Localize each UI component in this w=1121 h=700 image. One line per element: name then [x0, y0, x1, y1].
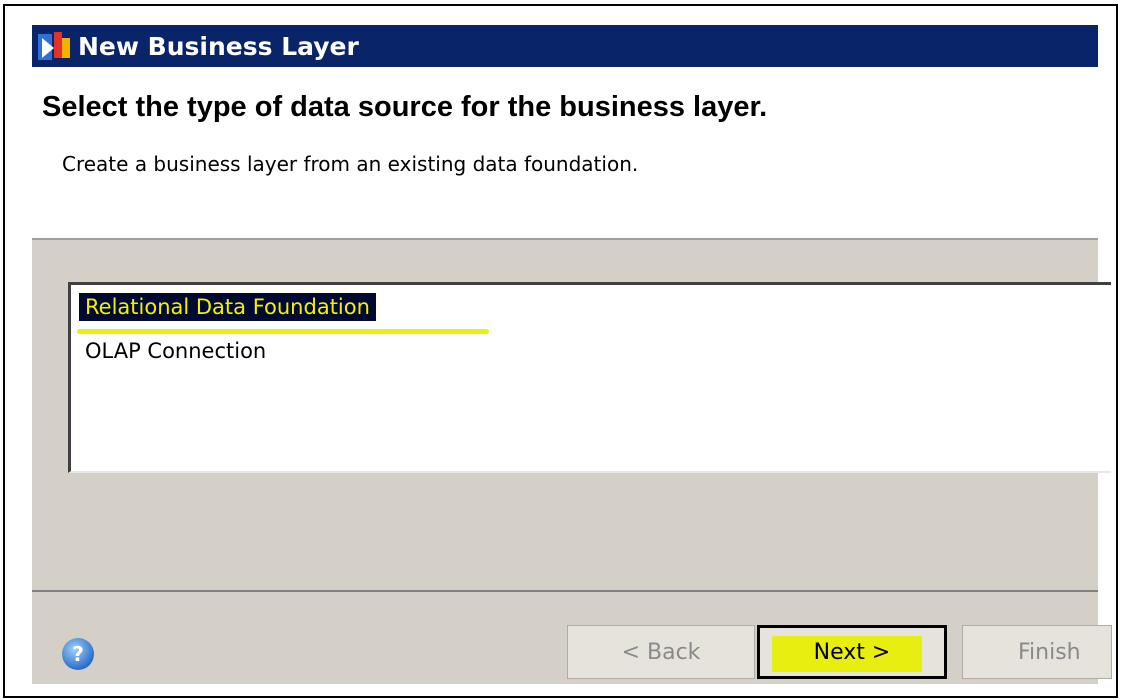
- selection-highlight-mark: [77, 329, 489, 334]
- page-heading: Select the type of data source for the b…: [42, 91, 768, 123]
- app-icon: [38, 32, 70, 60]
- dialog-titlebar[interactable]: New Business Layer: [32, 25, 1098, 67]
- dialog-title: New Business Layer: [78, 31, 359, 61]
- finish-button[interactable]: Finish: [962, 625, 1112, 679]
- help-icon[interactable]: ?: [62, 638, 94, 670]
- list-item-relational-data-foundation[interactable]: Relational Data Foundation: [79, 293, 376, 321]
- back-button[interactable]: < Back: [567, 625, 755, 679]
- list-item-olap-connection[interactable]: OLAP Connection: [79, 337, 272, 365]
- page-description: Create a business layer from an existing…: [62, 152, 639, 176]
- data-source-list[interactable]: Relational Data Foundation OLAP Connecti…: [68, 282, 1111, 473]
- next-button[interactable]: Next >: [757, 625, 947, 679]
- finish-button-label: Finish: [1018, 639, 1081, 665]
- next-button-label: Next >: [813, 639, 891, 665]
- wizard-content: Relational Data Foundation OLAP Connecti…: [32, 240, 1111, 592]
- back-button-label: < Back: [621, 639, 701, 665]
- wizard-footer: ? < Back Next > Finish: [32, 592, 1112, 684]
- wizard-header: Select the type of data source for the b…: [32, 67, 1098, 240]
